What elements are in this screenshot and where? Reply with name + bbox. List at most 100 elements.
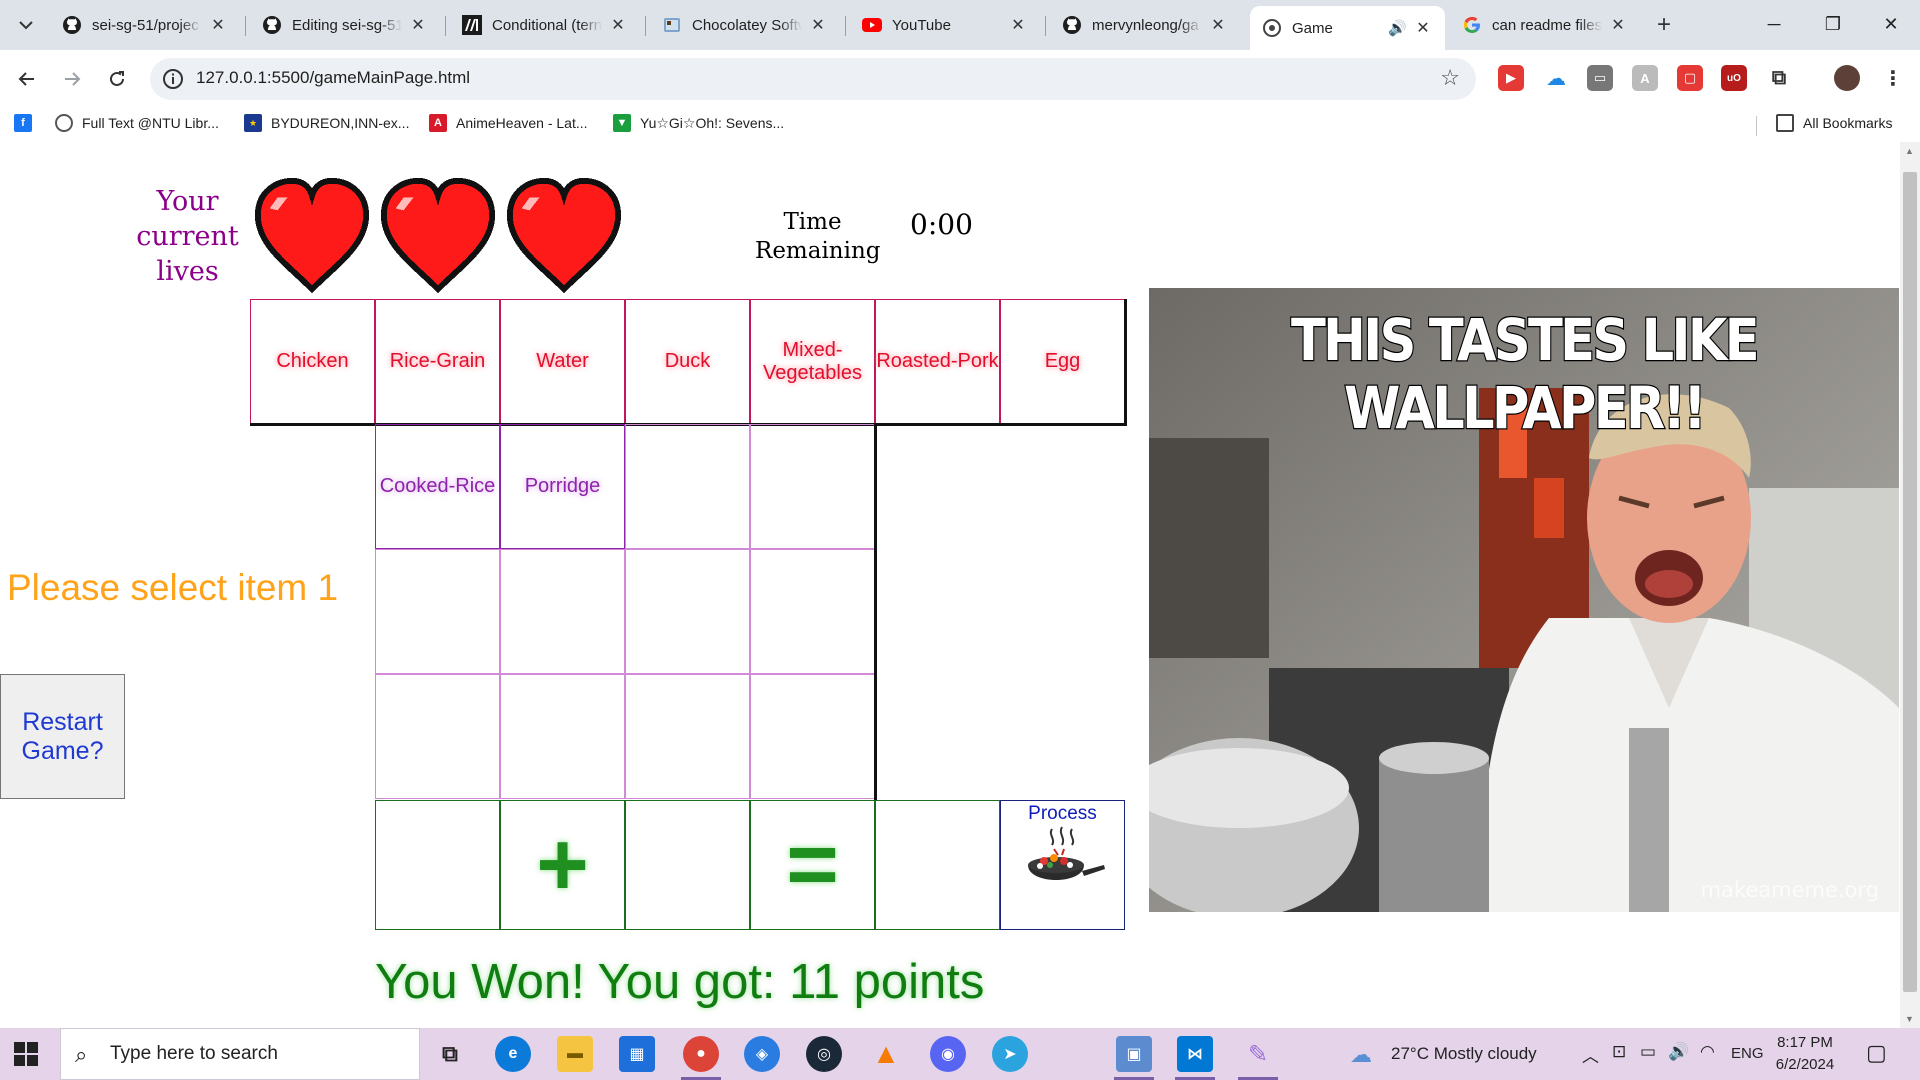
close-icon[interactable]: ✕ xyxy=(1208,15,1228,35)
extension-icon[interactable]: ▭ xyxy=(1587,65,1613,91)
lives-label: Your current lives xyxy=(136,186,239,287)
ingredient-duck[interactable]: Duck xyxy=(625,299,750,424)
close-icon[interactable]: ✕ xyxy=(1608,15,1628,35)
more-menu-icon[interactable]: ⋮ xyxy=(1880,65,1906,91)
item-1-slot[interactable] xyxy=(375,800,500,930)
discord-icon[interactable]: ◉ xyxy=(930,1036,966,1072)
speaker-icon[interactable]: 🔊 xyxy=(1388,19,1407,37)
tab-search-dropdown[interactable] xyxy=(12,11,40,39)
bookmark-item[interactable]: ★ BYDUREON,INN-ex... xyxy=(244,114,409,132)
ingredient-water[interactable]: Water xyxy=(500,299,625,424)
browser-tab[interactable]: YouTube ✕ xyxy=(850,6,1040,44)
ingredient-chicken[interactable]: Chicken xyxy=(250,299,375,424)
close-icon[interactable]: ✕ xyxy=(408,15,428,35)
browser-tab[interactable]: Conditional (tern ✕ xyxy=(450,6,640,44)
browser-tab[interactable]: mervynleong/ga ✕ xyxy=(1050,6,1240,44)
restart-game-button[interactable]: Restart Game? xyxy=(0,674,125,799)
made-item-cooked-rice[interactable]: Cooked-Rice xyxy=(375,424,500,549)
made-item-slot[interactable] xyxy=(625,549,750,674)
puzzle-icon[interactable]: ⧉ xyxy=(1766,65,1792,91)
made-item-slot[interactable] xyxy=(500,549,625,674)
wifi-icon[interactable]: ◠ xyxy=(1700,1042,1715,1062)
close-icon[interactable]: ✕ xyxy=(608,15,628,35)
taskbar-search[interactable]: ⌕ Type here to search xyxy=(60,1028,420,1080)
extension-icon[interactable]: ▢ xyxy=(1677,65,1703,91)
vertical-scrollbar[interactable]: ▲ ▼ xyxy=(1900,142,1920,1028)
bookmark-item[interactable]: f xyxy=(14,114,41,132)
made-item-slot[interactable] xyxy=(750,424,875,549)
made-item-slot[interactable] xyxy=(375,674,500,799)
made-item-slot[interactable] xyxy=(625,674,750,799)
bookmark-item[interactable]: Full Text @NTU Libr... xyxy=(55,114,219,132)
new-tab-button[interactable]: + xyxy=(1650,11,1678,39)
made-item-slot[interactable] xyxy=(375,549,500,674)
star-icon[interactable]: ☆ xyxy=(1440,65,1460,91)
steam-icon[interactable]: ◎ xyxy=(806,1036,842,1072)
browser-tab[interactable]: can readme files ✕ xyxy=(1450,6,1640,44)
close-window-button[interactable]: ✕ xyxy=(1862,0,1920,48)
ingredient-roasted-pork[interactable]: Roasted-Pork xyxy=(875,299,1000,424)
scroll-up-icon[interactable]: ▲ xyxy=(1905,146,1914,156)
url-text[interactable]: 127.0.0.1:5500/gameMainPage.html xyxy=(196,68,470,88)
all-bookmarks-button[interactable]: All Bookmarks xyxy=(1776,114,1892,132)
made-item-slot[interactable] xyxy=(625,424,750,549)
ingredient-rice-grain[interactable]: Rice-Grain xyxy=(375,299,500,424)
paint-icon[interactable]: ✎ xyxy=(1240,1036,1276,1072)
browser-tab[interactable]: sei-sg-51/projec ✕ xyxy=(50,6,240,44)
photos-icon[interactable]: ▣ xyxy=(1116,1036,1152,1072)
telegram-icon[interactable]: ➤ xyxy=(992,1036,1028,1072)
back-button[interactable] xyxy=(9,61,45,97)
ublock-icon[interactable]: uO xyxy=(1721,65,1747,91)
task-view-icon[interactable]: ⧉ xyxy=(432,1036,468,1072)
onedrive-icon[interactable]: ☁ xyxy=(1543,65,1569,91)
close-icon[interactable]: ✕ xyxy=(808,15,828,35)
chevron-up-icon[interactable]: ︿ xyxy=(1582,1042,1599,1067)
scroll-down-icon[interactable]: ▼ xyxy=(1905,1014,1914,1024)
address-bar[interactable]: 127.0.0.1:5500/gameMainPage.html ☆ xyxy=(150,58,1476,100)
edge-icon[interactable]: e xyxy=(495,1036,531,1072)
browser-tab-active[interactable]: Game 🔊 ✕ xyxy=(1250,6,1445,50)
bookmark-item[interactable]: A AnimeHeaven - Lat... xyxy=(429,114,588,132)
ingredient-egg[interactable]: Egg xyxy=(1000,299,1125,424)
minimize-button[interactable]: ─ xyxy=(1745,0,1803,48)
restore-button[interactable]: ❐ xyxy=(1804,0,1862,48)
reload-button[interactable] xyxy=(99,61,135,97)
file-explorer-icon[interactable]: ▬ xyxy=(557,1036,593,1072)
forward-button[interactable] xyxy=(54,61,90,97)
volume-icon[interactable]: 🔊 xyxy=(1668,1042,1689,1062)
bookmark-item[interactable]: ▼ Yu☆Gi☆Oh!: Sevens... xyxy=(613,114,784,132)
edge-dev-icon[interactable]: ◈ xyxy=(744,1036,780,1072)
notification-icon[interactable]: ▢ xyxy=(1866,1040,1887,1066)
extension-icon[interactable]: A xyxy=(1632,65,1658,91)
chrome-icon[interactable]: ● xyxy=(683,1036,719,1072)
windows-start-icon[interactable] xyxy=(14,1042,38,1066)
lives-display xyxy=(248,172,628,298)
meet-now-icon[interactable]: ⊡ xyxy=(1612,1042,1626,1062)
scrollbar-thumb[interactable] xyxy=(1903,172,1917,992)
weather-icon[interactable]: ☁ xyxy=(1350,1042,1372,1068)
taskbar-clock[interactable]: 8:17 PM 6/2/2024 xyxy=(1760,1032,1850,1076)
selection-prompt: Please select item 1 xyxy=(7,567,339,608)
store-icon[interactable]: ▦ xyxy=(619,1036,655,1072)
vscode-icon[interactable]: ⋈ xyxy=(1177,1036,1213,1072)
close-icon[interactable]: ✕ xyxy=(1008,15,1028,35)
made-item-slot[interactable] xyxy=(750,674,875,799)
close-icon[interactable]: ✕ xyxy=(1413,18,1433,38)
meme-caption: THIS TASTES LIKE WALLPAPER!! xyxy=(1290,305,1761,444)
ingredient-mixed-vegetables[interactable]: Mixed-Vegetables xyxy=(750,299,875,424)
made-item-slot[interactable] xyxy=(750,549,875,674)
battery-icon[interactable]: ▭ xyxy=(1640,1042,1656,1062)
browser-tab[interactable]: Chocolatey Softw ✕ xyxy=(650,6,840,44)
made-item-slot[interactable] xyxy=(500,674,625,799)
process-button[interactable]: Process xyxy=(1000,800,1125,930)
made-item-porridge[interactable]: Porridge xyxy=(500,424,625,549)
close-icon[interactable]: ✕ xyxy=(208,15,228,35)
language-indicator[interactable]: ENG xyxy=(1731,1045,1764,1062)
site-info-icon[interactable] xyxy=(162,68,184,90)
extension-icon[interactable]: ▶ xyxy=(1498,65,1524,91)
item-2-slot[interactable] xyxy=(625,800,750,930)
avatar[interactable] xyxy=(1834,65,1860,91)
browser-tab[interactable]: Editing sei-sg-51 ✕ xyxy=(250,6,440,44)
weather-text[interactable]: 27°C Mostly cloudy xyxy=(1391,1044,1537,1064)
vlc-icon[interactable]: ▲ xyxy=(868,1036,904,1072)
